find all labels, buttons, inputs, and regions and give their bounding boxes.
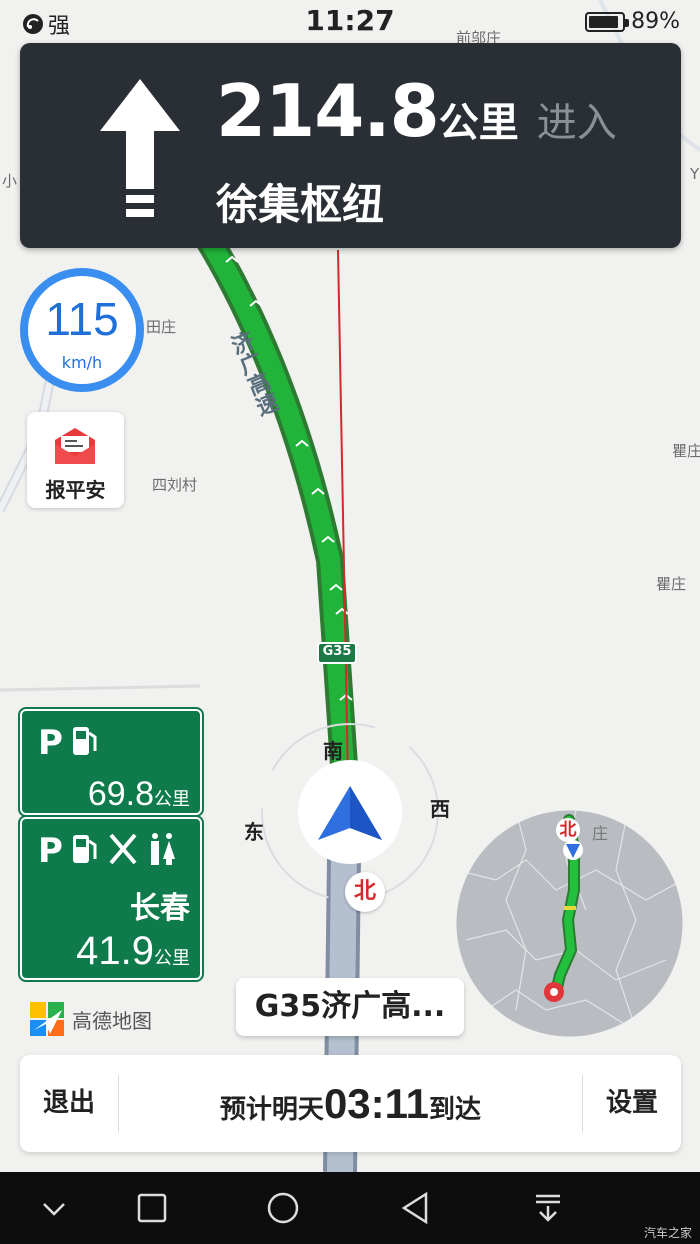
circle-icon[interactable]	[265, 1190, 301, 1226]
eta-suffix: 到达	[429, 1095, 482, 1125]
service-distance: 69.8公里	[88, 775, 190, 814]
envelope-icon	[55, 428, 95, 464]
service-area-name: 长春	[130, 891, 190, 926]
eta-prefix: 预计明天	[219, 1095, 324, 1125]
app-logo: 高德地图	[28, 1000, 152, 1038]
overview-north-label: 北	[556, 818, 580, 842]
fuel-icon	[72, 727, 97, 755]
overview-map-graphic	[456, 810, 683, 1037]
place-label: Y	[690, 165, 700, 183]
bottom-bar: 退出 预计明天03:11到达 设置	[20, 1055, 681, 1152]
chevron-down-icon[interactable]	[36, 1190, 72, 1226]
status-bar: 强 11:27 89%	[0, 0, 700, 44]
guidance-action: 进入	[536, 100, 617, 146]
service-distance-value: 41.9	[76, 929, 154, 973]
place-label: 四刘村	[152, 476, 198, 494]
battery-icon	[585, 11, 630, 32]
current-road-label: G35济广高...	[236, 978, 464, 1036]
distance-unit: 公里	[438, 100, 519, 146]
amap-logo-icon	[30, 1002, 64, 1036]
compass-east: 东	[244, 820, 264, 844]
distance-value: 214.8	[216, 69, 440, 153]
watermark: 汽车之家	[643, 1226, 692, 1240]
guidance-distance: 214.8公里 进入	[216, 69, 617, 153]
road-shield-label: G35	[322, 644, 352, 659]
guidance-panel[interactable]: 214.8公里 进入 徐集枢纽	[20, 43, 681, 248]
overview-area-label: 庄	[592, 824, 609, 843]
speed-indicator: 115 km/h	[20, 268, 144, 392]
service-area-card[interactable]: P 长春 41.9公里	[18, 815, 204, 982]
system-nav-bar	[0, 1172, 700, 1244]
square-icon[interactable]	[134, 1190, 170, 1226]
report-safe-label: 报平安	[45, 478, 106, 502]
parking-icon: P	[38, 831, 63, 871]
place-label: 小	[2, 172, 18, 190]
eta-time: 03:11	[323, 1080, 430, 1127]
service-distance-unit: 公里	[154, 948, 190, 969]
speed-unit: km/h	[61, 353, 103, 372]
settings-button[interactable]: 设置	[583, 1055, 681, 1152]
service-icons: P	[38, 831, 177, 871]
service-distance: 41.9公里	[76, 929, 190, 974]
service-distance-value: 69.8	[87, 775, 154, 813]
route-overview-map[interactable]: 北 庄	[456, 810, 683, 1037]
battery-percent: 89%	[631, 9, 680, 34]
triangle-back-icon[interactable]	[398, 1190, 434, 1226]
logo-text: 高德地图	[72, 1008, 152, 1033]
exit-button[interactable]: 退出	[20, 1055, 118, 1152]
speed-value: 115	[45, 293, 119, 345]
download-icon[interactable]	[530, 1190, 566, 1226]
next-road-name: 徐集枢纽	[216, 180, 385, 229]
service-icons: P	[38, 723, 99, 763]
straight-arrow-icon	[100, 79, 180, 217]
report-safe-button[interactable]: 报平安	[27, 412, 124, 508]
compass-south: 南	[323, 739, 343, 763]
battery-indicator: 89%	[585, 9, 680, 34]
fuel-icon	[72, 835, 97, 863]
restroom-icon	[150, 833, 175, 865]
service-area-card[interactable]: P 69.8公里	[18, 707, 204, 817]
eta-display: 预计明天03:11到达	[120, 1055, 581, 1152]
parking-icon: P	[38, 723, 63, 763]
divider	[118, 1075, 119, 1132]
compass-west: 西	[430, 797, 450, 821]
compass-north[interactable]: 北	[345, 872, 385, 912]
place-label: 瞿庄	[672, 442, 700, 460]
service-distance-unit: 公里	[154, 789, 190, 810]
place-label: 瞿庄	[656, 575, 687, 593]
place-label: 田庄	[146, 318, 177, 336]
restaurant-icon	[109, 833, 137, 865]
